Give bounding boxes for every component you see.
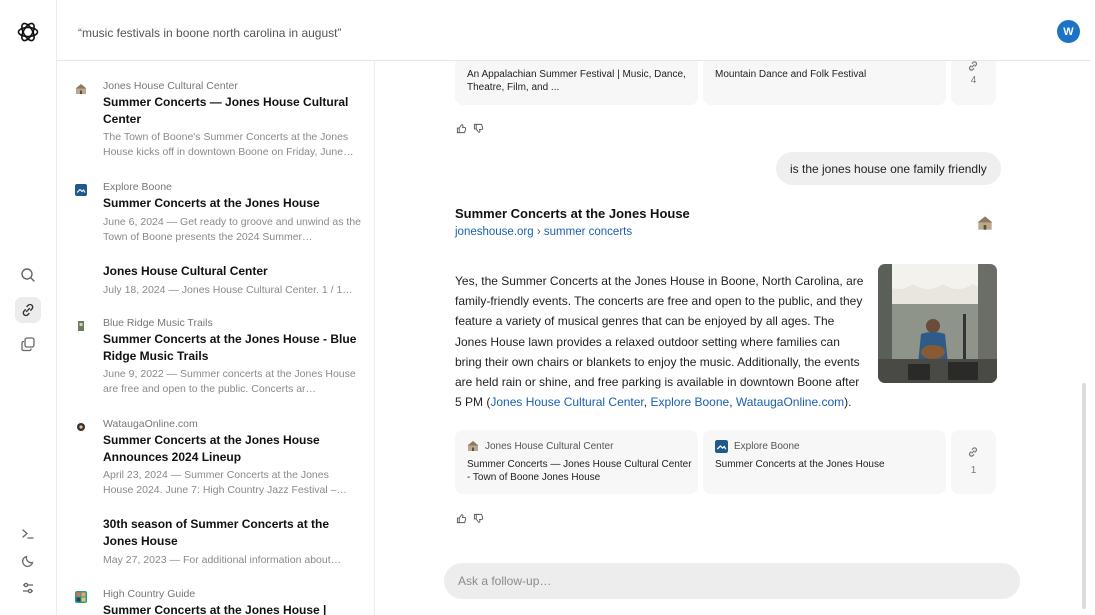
music-trails-favicon-icon — [78, 321, 84, 331]
high-country-favicon-icon — [75, 591, 87, 603]
source-card-source: Explore Boone — [715, 440, 800, 453]
result-title[interactable]: Summer Concerts at the Jones House — [103, 195, 361, 212]
citation-separator: , — [729, 395, 733, 410]
thumbs-up-icon[interactable] — [456, 123, 467, 134]
watauga-favicon-icon — [77, 423, 85, 431]
source-card[interactable]: Jones House Cultural Center Summer Conce… — [455, 430, 698, 494]
source-card-title: Summer Concerts — Jones House Cultural C… — [467, 459, 692, 483]
source-card-source-name: Jones House Cultural Center — [485, 440, 614, 452]
jones-house-favicon-icon — [977, 216, 993, 230]
images-icon — [21, 337, 35, 352]
moon-icon — [21, 555, 34, 568]
result-source: Jones House Cultural Center — [103, 80, 238, 92]
result-title[interactable]: 30th season of Summer Concerts at the Jo… — [103, 516, 361, 550]
result-source: Blue Ridge Music Trails — [103, 317, 213, 329]
result-title[interactable]: Summer Concerts — Jones House Cultural C… — [103, 94, 361, 128]
left-rail — [0, 0, 57, 615]
follow-up-placeholder: Ask a follow-up… — [458, 574, 552, 588]
result-snippet: The Town of Boone's Summer Concerts at t… — [103, 131, 354, 158]
openai-logo-icon[interactable] — [16, 20, 40, 44]
result-source: WataugaOnline.com — [103, 418, 198, 430]
more-sources-button[interactable]: 1 — [951, 430, 996, 494]
citation-close: ). — [844, 395, 852, 410]
source-card-source-name: Explore Boone — [734, 441, 800, 452]
user-message-bubble: is the jones house one family friendly — [776, 152, 1001, 185]
result-source: High Country Guide — [103, 588, 196, 600]
result-title[interactable]: Summer Concerts at the Jones House | — [103, 602, 361, 615]
more-sources-count: 4 — [970, 75, 977, 86]
source-card[interactable]: Mountain Dance and Folk Festival — [703, 61, 946, 105]
citation-separator: , — [643, 395, 648, 410]
search-icon — [21, 268, 35, 282]
jones-house-favicon-icon — [75, 84, 87, 94]
thumbs-down-icon[interactable] — [473, 123, 484, 134]
answer-text: Yes, the Summer Concerts at the Jones Ho… — [455, 271, 867, 412]
source-card[interactable]: Explore Boone Summer Concerts at the Jon… — [703, 430, 946, 494]
follow-up-input[interactable]: Ask a follow-up… — [444, 563, 1020, 599]
answer-panel: An Appalachian Summer Festival | Music, … — [375, 61, 1090, 615]
result-snippet: April 23, 2024 — Summer Concerts at the … — [103, 469, 347, 496]
feedback-row — [456, 513, 484, 524]
feedback-row — [456, 123, 484, 134]
user-avatar[interactable]: W — [1057, 20, 1080, 43]
source-card-title: An Appalachian Summer Festival | Music, … — [467, 69, 686, 93]
source-card-title: Summer Concerts at the Jones House — [715, 459, 885, 470]
result-snippet: May 27, 2023 — For additional informatio… — [103, 554, 342, 566]
result-source: Explore Boone — [103, 181, 172, 193]
explore-boone-favicon-icon — [715, 440, 728, 453]
answer-url-path[interactable]: summer concerts — [544, 226, 632, 238]
links-button[interactable] — [15, 297, 41, 323]
answer-url[interactable]: joneshouse.org › summer concerts — [455, 226, 632, 238]
search-query-text[interactable]: “music festivals in boone north carolina… — [78, 26, 341, 40]
citation-link[interactable]: WataugaOnline.com — [736, 395, 844, 409]
result-snippet: June 6, 2024 — Get ready to groove and u… — [103, 216, 361, 243]
answer-url-domain[interactable]: joneshouse.org — [455, 226, 534, 238]
answer-title[interactable]: Summer Concerts at the Jones House — [455, 206, 690, 221]
citation-link[interactable]: Jones House Cultural Center — [490, 395, 643, 409]
source-card-title: Mountain Dance and Folk Festival — [715, 69, 867, 80]
images-button[interactable] — [15, 331, 41, 357]
explore-boone-favicon-icon — [75, 184, 87, 196]
link-icon — [22, 303, 34, 317]
scrollbar-thumb[interactable] — [1082, 383, 1086, 609]
result-snippet: July 18, 2024 — Jones House Cultural Cen… — [103, 284, 353, 296]
terminal-icon — [22, 529, 34, 539]
citation-link[interactable]: Explore Boone — [650, 395, 729, 409]
theme-button[interactable] — [15, 548, 41, 574]
more-sources-button[interactable]: 4 — [951, 61, 996, 105]
top-bar: “music festivals in boone north carolina… — [57, 4, 1090, 61]
result-title[interactable]: Jones House Cultural Center — [103, 263, 361, 280]
terminal-button[interactable] — [15, 521, 41, 547]
search-results-list: Jones House Cultural Center Summer Conce… — [57, 61, 375, 615]
result-title[interactable]: Summer Concerts at the Jones House Annou… — [103, 432, 361, 466]
concert-photo[interactable] — [878, 264, 997, 383]
thumbs-up-icon[interactable] — [456, 513, 467, 524]
result-snippet: June 9, 2022 — Summer concerts at the Jo… — [103, 368, 356, 395]
jones-house-favicon-icon — [467, 441, 479, 451]
source-card-source: Jones House Cultural Center — [467, 440, 613, 452]
settings-button[interactable] — [15, 575, 41, 601]
thumbs-down-icon[interactable] — [473, 513, 484, 524]
sliders-icon — [23, 582, 33, 594]
concert-photo-image — [878, 264, 997, 383]
answer-url-separator: › — [536, 226, 541, 238]
link-icon — [968, 447, 978, 457]
search-button[interactable] — [15, 262, 41, 288]
answer-body: Yes, the Summer Concerts at the Jones Ho… — [455, 274, 864, 410]
source-card[interactable]: An Appalachian Summer Festival | Music, … — [455, 61, 698, 105]
result-title[interactable]: Summer Concerts at the Jones House - Blu… — [103, 331, 361, 365]
link-icon — [968, 61, 978, 71]
more-sources-count: 1 — [970, 465, 977, 476]
